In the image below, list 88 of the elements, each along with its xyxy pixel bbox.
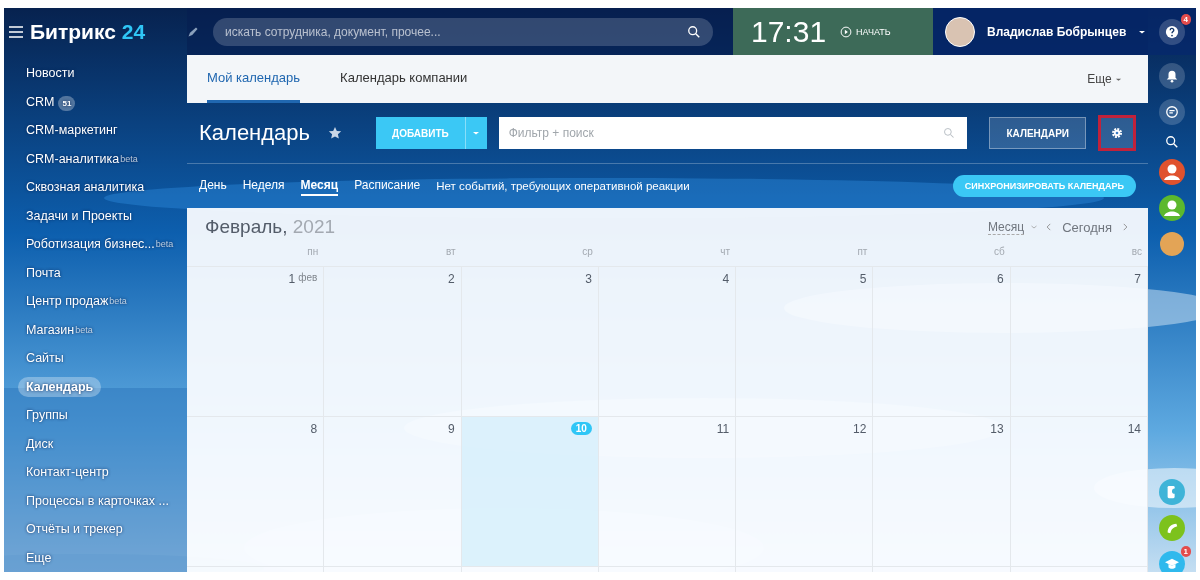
day-number: 1 <box>288 272 296 286</box>
sidebar-item[interactable]: CRM-маркетинг <box>18 120 126 140</box>
tab[interactable]: Мой календарь <box>207 55 301 103</box>
avatar <box>1159 231 1185 257</box>
bell-button[interactable] <box>1159 63 1185 89</box>
settings-icon <box>1110 126 1124 140</box>
avatar[interactable] <box>945 16 975 47</box>
day-number: 11 <box>716 422 730 436</box>
weekday-label: пн <box>306 246 320 259</box>
notification-badge: 1 <box>1180 546 1191 557</box>
tab[interactable]: Календарь компании <box>340 55 468 103</box>
view-tab[interactable]: День <box>199 176 227 196</box>
clock-time: 17:31 <box>751 14 827 49</box>
day-cell[interactable]: 1 фев <box>187 267 325 417</box>
view-tab[interactable]: Неделя <box>242 176 285 196</box>
chevron-down-icon <box>1030 223 1039 231</box>
day-cell[interactable]: 9 <box>324 417 462 567</box>
day-number: 6 <box>997 272 1004 286</box>
more-menu[interactable]: Еще <box>1081 55 1128 103</box>
sidebar-item[interactable]: Диск <box>18 433 62 454</box>
start-button[interactable]: НАЧАТЬ <box>840 25 891 38</box>
sidebar-item[interactable]: Контакт-центр <box>18 462 117 482</box>
day-number: 14 <box>1127 422 1141 436</box>
day-cell[interactable]: 11 <box>598 417 737 567</box>
day-cell[interactable]: 2 <box>324 267 462 417</box>
weekday-label: чт <box>719 246 732 259</box>
menu-icon <box>8 23 24 40</box>
pencil-icon <box>187 25 199 38</box>
logo[interactable]: Битрикс 24 <box>30 19 146 44</box>
day-number: 9 <box>447 422 455 436</box>
month-title: Февраль, 2021 <box>205 216 336 238</box>
sidebar-item[interactable]: Группы <box>18 405 76 425</box>
sidebar-item[interactable]: Новости <box>18 63 83 83</box>
chevron-right-icon <box>1120 222 1130 232</box>
weekday-label: вт <box>444 246 457 259</box>
caret-icon <box>1115 76 1122 83</box>
search-icon <box>1165 135 1179 149</box>
sidebar-item[interactable]: CRM 51 <box>18 91 84 112</box>
day-number: 4 <box>722 272 730 286</box>
star-icon <box>328 126 343 140</box>
day-number: 7 <box>1134 272 1141 286</box>
chat-button[interactable] <box>1159 99 1185 125</box>
sidebar-item[interactable]: Почта <box>18 262 69 283</box>
weekday-label: вс <box>1130 246 1143 259</box>
day-number: 8 <box>310 422 318 436</box>
day-cell[interactable]: 14 <box>1010 417 1148 567</box>
today-button[interactable]: Сегодня <box>1060 219 1114 235</box>
sidebar-item[interactable]: Задачи и Проекты <box>18 205 141 226</box>
help-button[interactable] <box>1159 18 1185 45</box>
graduation-cap-icon <box>1165 557 1179 571</box>
day-cell[interactable]: 13 <box>873 417 1011 567</box>
day-cell[interactable]: 7 <box>1010 267 1148 417</box>
filter-field[interactable]: Фильтр + поиск <box>498 117 968 149</box>
day-cell[interactable]: 8 <box>187 417 325 567</box>
day-number: 10 <box>570 422 592 435</box>
bell-icon <box>1165 69 1179 83</box>
sidebar-item[interactable]: Сквозная аналитика <box>18 177 153 197</box>
month-label: фев <box>298 272 318 283</box>
view-tab[interactable]: Расписание <box>354 176 421 196</box>
user-avatar-icon <box>1159 159 1185 185</box>
day-cell[interactable]: 6 <box>873 267 1011 417</box>
page-title: Календарь <box>199 120 311 146</box>
chat-icon <box>1165 105 1179 119</box>
day-number: 2 <box>447 272 455 286</box>
calendars-button[interactable]: КАЛЕНДАРИ <box>989 117 1086 149</box>
view-tab[interactable]: Месяц <box>300 176 339 196</box>
help-icon <box>1165 24 1179 39</box>
view-select[interactable]: Месяц <box>988 219 1025 235</box>
caret-icon <box>472 129 481 137</box>
notice-text: Нет событий, требующих оперативной реакции <box>436 180 690 192</box>
play-icon <box>840 25 853 38</box>
day-number: 13 <box>990 422 1004 436</box>
day-cell[interactable]: 12 <box>736 417 874 567</box>
weekday-label: пт <box>856 246 869 259</box>
day-number: 5 <box>859 272 867 286</box>
user-avatar-icon <box>1159 195 1185 221</box>
day-cell[interactable]: 5 <box>736 267 874 417</box>
search-icon <box>943 127 956 139</box>
day-number: 12 <box>853 422 867 436</box>
weekday-label: ср <box>581 246 594 259</box>
weekday-label: сб <box>992 246 1006 259</box>
search-icon <box>687 24 701 39</box>
settings-button[interactable] <box>1098 115 1136 151</box>
day-number: 3 <box>585 272 592 286</box>
day-cell[interactable]: 4 <box>598 267 737 417</box>
sidebar-item[interactable]: Сайты <box>18 348 72 368</box>
phone-icon <box>1165 521 1179 535</box>
notification-badge: 4 <box>1180 13 1191 25</box>
